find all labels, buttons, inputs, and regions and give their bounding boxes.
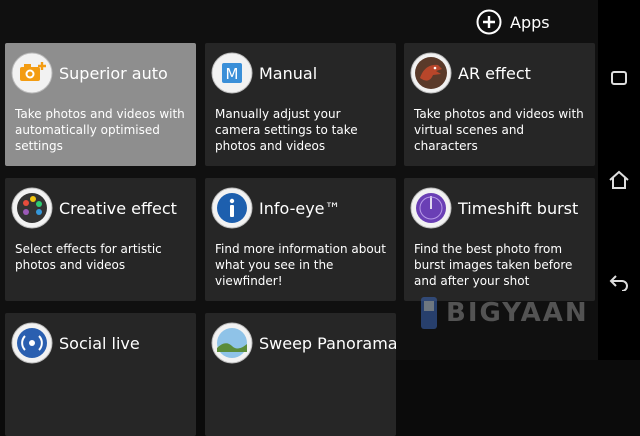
mode-description: Find the best photo from burst images ta…	[414, 242, 573, 288]
recent-apps-icon	[611, 71, 627, 85]
apps-label: Apps	[510, 12, 550, 32]
dinosaur-icon	[410, 52, 452, 94]
camera-plus-icon	[11, 52, 53, 94]
mode-description: Find more information about what you see…	[215, 242, 386, 288]
broadcast-icon	[11, 322, 53, 364]
camera-modes-screen: Apps Superior auto Take photos and video…	[0, 0, 598, 436]
navigation-bar	[598, 0, 640, 360]
timeshift-icon	[410, 187, 452, 229]
mode-description: Take photos and videos with virtual scen…	[414, 107, 584, 153]
mode-description: Manually adjust your camera settings to …	[215, 107, 358, 153]
mode-title: AR effect	[458, 63, 531, 83]
mode-tile-creative-effect[interactable]: Creative effect Select effects for artis…	[5, 178, 196, 301]
mode-title: Sweep Panorama	[259, 333, 396, 353]
m-icon: M	[211, 52, 253, 94]
home-icon	[609, 170, 629, 189]
mode-title: Manual	[259, 63, 318, 83]
phone-logo-icon	[421, 297, 437, 329]
watermark: BIGYAAN	[418, 296, 589, 330]
mode-tile-sweep-panorama[interactable]: Sweep Panorama	[205, 313, 396, 436]
panorama-icon	[211, 322, 253, 364]
recent-apps-button[interactable]	[605, 64, 633, 92]
palette-icon	[11, 187, 53, 229]
mode-tile-social-live[interactable]: Social live	[5, 313, 196, 436]
back-button[interactable]	[605, 268, 633, 296]
plus-circle-icon	[476, 9, 502, 35]
mode-description: Take photos and videos with automaticall…	[15, 107, 185, 153]
mode-tile-info-eye[interactable]: Info-eye™ Find more information about wh…	[205, 178, 396, 301]
home-button[interactable]	[605, 166, 633, 194]
mode-tile-ar-effect[interactable]: AR effect Take photos and videos with vi…	[404, 43, 595, 166]
mode-description: Select effects for artistic photos and v…	[15, 242, 162, 272]
info-icon	[211, 187, 253, 229]
mode-tile-manual[interactable]: M Manual Manually adjust your camera set…	[205, 43, 396, 166]
watermark-text: BIGYAAN	[446, 298, 589, 328]
svg-text:M: M	[226, 65, 239, 83]
mode-title: Info-eye™	[259, 198, 341, 218]
mode-tile-superior-auto[interactable]: Superior auto Take photos and videos wit…	[5, 43, 196, 166]
mode-tile-timeshift-burst[interactable]: Timeshift burst Find the best photo from…	[404, 178, 595, 301]
back-icon	[609, 275, 628, 291]
mode-title: Creative effect	[59, 198, 177, 218]
mode-title: Superior auto	[59, 63, 168, 83]
apps-button[interactable]: Apps	[476, 8, 550, 36]
mode-title: Timeshift burst	[458, 198, 579, 218]
mode-title: Social live	[59, 333, 140, 353]
